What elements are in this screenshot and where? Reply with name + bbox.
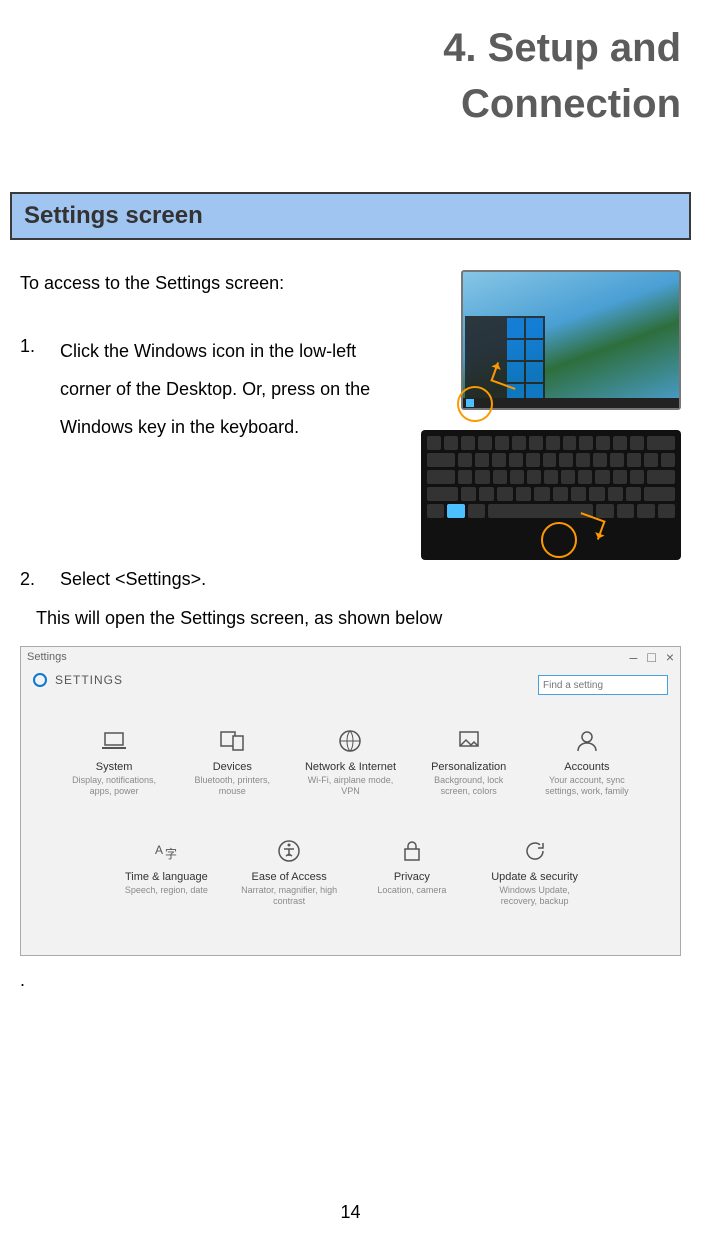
desktop-keyboard-illustration [421,270,681,560]
tile-personalization: Personalization Background, lock screen,… [419,727,519,797]
section-header: Settings screen [10,192,691,240]
paint-icon [455,727,483,755]
step-2-text: Select <Settings>. [60,566,206,593]
tile-label: Privacy [362,871,462,883]
highlight-circle-icon [457,386,493,422]
settings-tiles-row-2: A字 Time & language Speech, region, date … [21,827,680,917]
highlight-circle-icon [541,522,577,558]
tile-devices: Devices Bluetooth, printers, mouse [182,727,282,797]
tile-label: Time & language [116,871,216,883]
tile-desc: Windows Update, recovery, backup [485,885,585,907]
svg-text:字: 字 [165,846,177,861]
ease-icon [275,837,303,865]
tile-label: Devices [182,761,282,773]
tile-time-language: A字 Time & language Speech, region, date [116,837,216,907]
settings-window-screenshot: Settings – □ × SETTINGS System Display, … [20,646,681,956]
step-1-text: Click the Windows icon in the low-left c… [60,333,401,446]
tile-desc: Wi-Fi, airplane mode, VPN [300,775,400,797]
tile-desc: Location, camera [362,885,462,896]
content-area: To access to the Settings screen: 1. Cli… [0,240,701,632]
windows-key-icon [447,504,464,518]
tile-desc: Bluetooth, printers, mouse [182,775,282,797]
page-title: 4. Setup and Connection [0,0,701,132]
tile-desc: Your account, sync settings, work, famil… [537,775,637,797]
window-title: Settings [27,651,67,663]
svg-text:A: A [155,843,163,857]
tile-label: System [64,761,164,773]
lock-icon [398,837,426,865]
tile-label: Accounts [537,761,637,773]
gear-icon [33,673,47,687]
tile-label: Network & Internet [300,761,400,773]
taskbar-illustration [463,398,679,408]
language-icon: A字 [152,837,180,865]
person-icon [573,727,601,755]
tile-accounts: Accounts Your account, sync settings, wo… [537,727,637,797]
devices-icon [218,727,246,755]
tile-desc: Background, lock screen, colors [419,775,519,797]
tile-ease-of-access: Ease of Access Narrator, magnifier, high… [239,837,339,907]
refresh-icon [521,837,549,865]
tile-privacy: Privacy Location, camera [362,837,462,907]
close-icon: × [666,649,674,665]
maximize-icon: □ [647,649,655,665]
note-text: This will open the Settings screen, as s… [36,605,681,632]
tile-desc: Narrator, magnifier, high contrast [239,885,339,907]
tile-label: Update & security [485,871,585,883]
step-1-number: 1. [20,333,42,446]
title-line-1: 4. Setup and [0,20,681,76]
tile-desc: Speech, region, date [116,885,216,896]
globe-icon [336,727,364,755]
search-input [538,675,668,695]
tile-desc: Display, notifications, apps, power [64,775,164,797]
tile-update-security: Update & security Windows Update, recove… [485,837,585,907]
title-line-2: Connection [0,76,681,132]
intro-text: To access to the Settings screen: [20,270,401,297]
laptop-icon [100,727,128,755]
tile-system: System Display, notifications, apps, pow… [64,727,164,797]
minimize-icon: – [630,649,638,665]
tile-label: Ease of Access [239,871,339,883]
tile-label: Personalization [419,761,519,773]
trailing-period: . [20,970,681,991]
settings-tiles-row-1: System Display, notifications, apps, pow… [21,717,680,807]
page-number: 14 [0,1202,701,1223]
step-2-number: 2. [20,566,42,593]
tile-network: Network & Internet Wi-Fi, airplane mode,… [300,727,400,797]
settings-label: SETTINGS [55,673,123,687]
monitor-illustration [461,270,681,410]
